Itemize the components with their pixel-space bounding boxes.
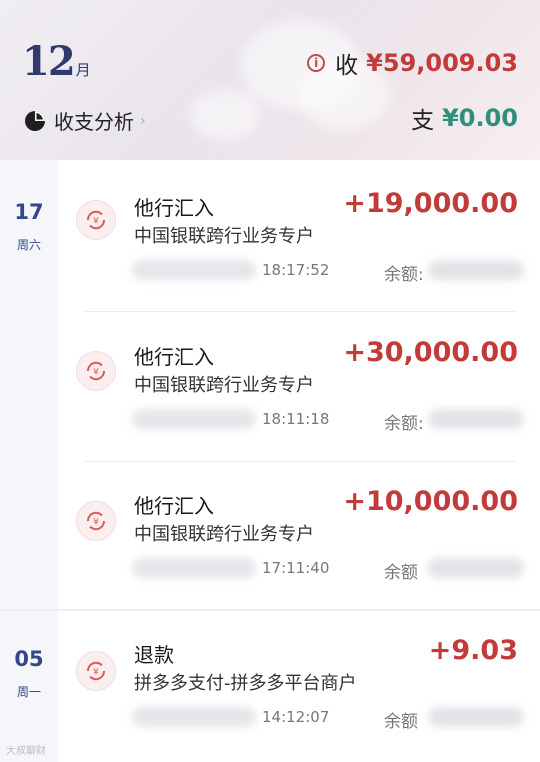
- svg-text:¥: ¥: [93, 217, 99, 227]
- masked-balance: [428, 260, 524, 280]
- transaction-time: 17:11:40: [262, 559, 330, 577]
- transaction-row[interactable]: ¥ 他行汇入 中国银联跨行业务专户 +30,000.00 18:11:18 余额…: [58, 311, 540, 461]
- transaction-row[interactable]: ¥ 他行汇入 中国银联跨行业务专户 +19,000.00 18:17:52 余额…: [58, 160, 540, 310]
- analysis-link[interactable]: 收支分析 ›: [24, 106, 146, 135]
- transaction-counterparty: 中国银联跨行业务专户: [134, 375, 314, 396]
- date-day: 17: [14, 200, 44, 224]
- transaction-amount: +19,000.00: [343, 188, 518, 219]
- balance-label: 余额:: [384, 265, 424, 285]
- transaction-title: 退款: [134, 643, 174, 667]
- transaction-title: 他行汇入: [134, 345, 214, 369]
- balance-label: 余额: [384, 712, 418, 732]
- date-column: 05 周一: [0, 611, 58, 762]
- refund-icon: ¥: [76, 651, 116, 691]
- transaction-amount: +9.03: [428, 635, 518, 666]
- pie-chart-icon: [25, 110, 45, 131]
- date-day: 05: [14, 647, 44, 671]
- transaction-row[interactable]: ¥ 他行汇入 中国银联跨行业务专户 +10,000.00 17:11:40 余额: [58, 461, 540, 609]
- info-icon[interactable]: i: [307, 54, 326, 72]
- analysis-label: 收支分析: [54, 110, 134, 134]
- transaction-counterparty: 中国银联跨行业务专户: [134, 226, 314, 247]
- transaction-time: 18:17:52: [262, 261, 330, 279]
- balance-label: 余额:: [384, 414, 424, 434]
- masked-balance: [428, 558, 524, 578]
- month-selector[interactable]: 12 月: [22, 38, 91, 85]
- date-weekday: 周六: [16, 238, 41, 252]
- date-weekday: 周一: [16, 685, 41, 699]
- masked-account: [132, 707, 256, 727]
- masked-balance: [428, 409, 524, 429]
- income-total: ¥59,009.03: [366, 49, 518, 77]
- svg-text:¥: ¥: [93, 668, 99, 678]
- expense-total: ¥0.00: [442, 104, 518, 132]
- expense-label: 支: [411, 108, 435, 134]
- masked-account: [132, 558, 256, 578]
- summary-header: 12 月 收支分析 › i 收 ¥59,009.03 支 ¥0.00: [0, 0, 540, 160]
- transaction-amount: +10,000.00: [343, 486, 518, 517]
- masked-account: [132, 409, 256, 429]
- date-column: 17 周六: [0, 160, 58, 610]
- transaction-row[interactable]: ¥ 退款 拼多多支付-拼多多平台商户 +9.03 14:12:07 余额: [58, 611, 540, 762]
- masked-account: [132, 260, 256, 280]
- masked-balance: [428, 707, 524, 727]
- transaction-title: 他行汇入: [134, 196, 214, 220]
- month-number: 12: [22, 38, 76, 85]
- income-summary: i 收 ¥59,009.03: [307, 46, 518, 80]
- transfer-in-icon: ¥: [76, 501, 116, 541]
- transaction-counterparty: 中国银联跨行业务专户: [134, 524, 314, 545]
- transaction-title: 他行汇入: [134, 494, 214, 518]
- transfer-in-icon: ¥: [76, 351, 116, 391]
- expense-summary: 支 ¥0.00: [411, 101, 518, 135]
- transaction-time: 18:11:18: [262, 410, 330, 428]
- svg-text:¥: ¥: [93, 368, 99, 378]
- transaction-amount: +30,000.00: [343, 337, 518, 368]
- month-unit: 月: [75, 61, 91, 79]
- income-label: 收: [335, 53, 359, 79]
- chevron-right-icon: ›: [140, 112, 146, 129]
- transfer-in-icon: ¥: [76, 200, 116, 240]
- transaction-counterparty: 拼多多支付-拼多多平台商户: [134, 673, 357, 694]
- balance-label: 余额: [384, 563, 418, 583]
- watermark: 大叔聊财: [6, 746, 46, 757]
- transaction-time: 14:12:07: [262, 708, 330, 726]
- svg-text:¥: ¥: [93, 518, 99, 528]
